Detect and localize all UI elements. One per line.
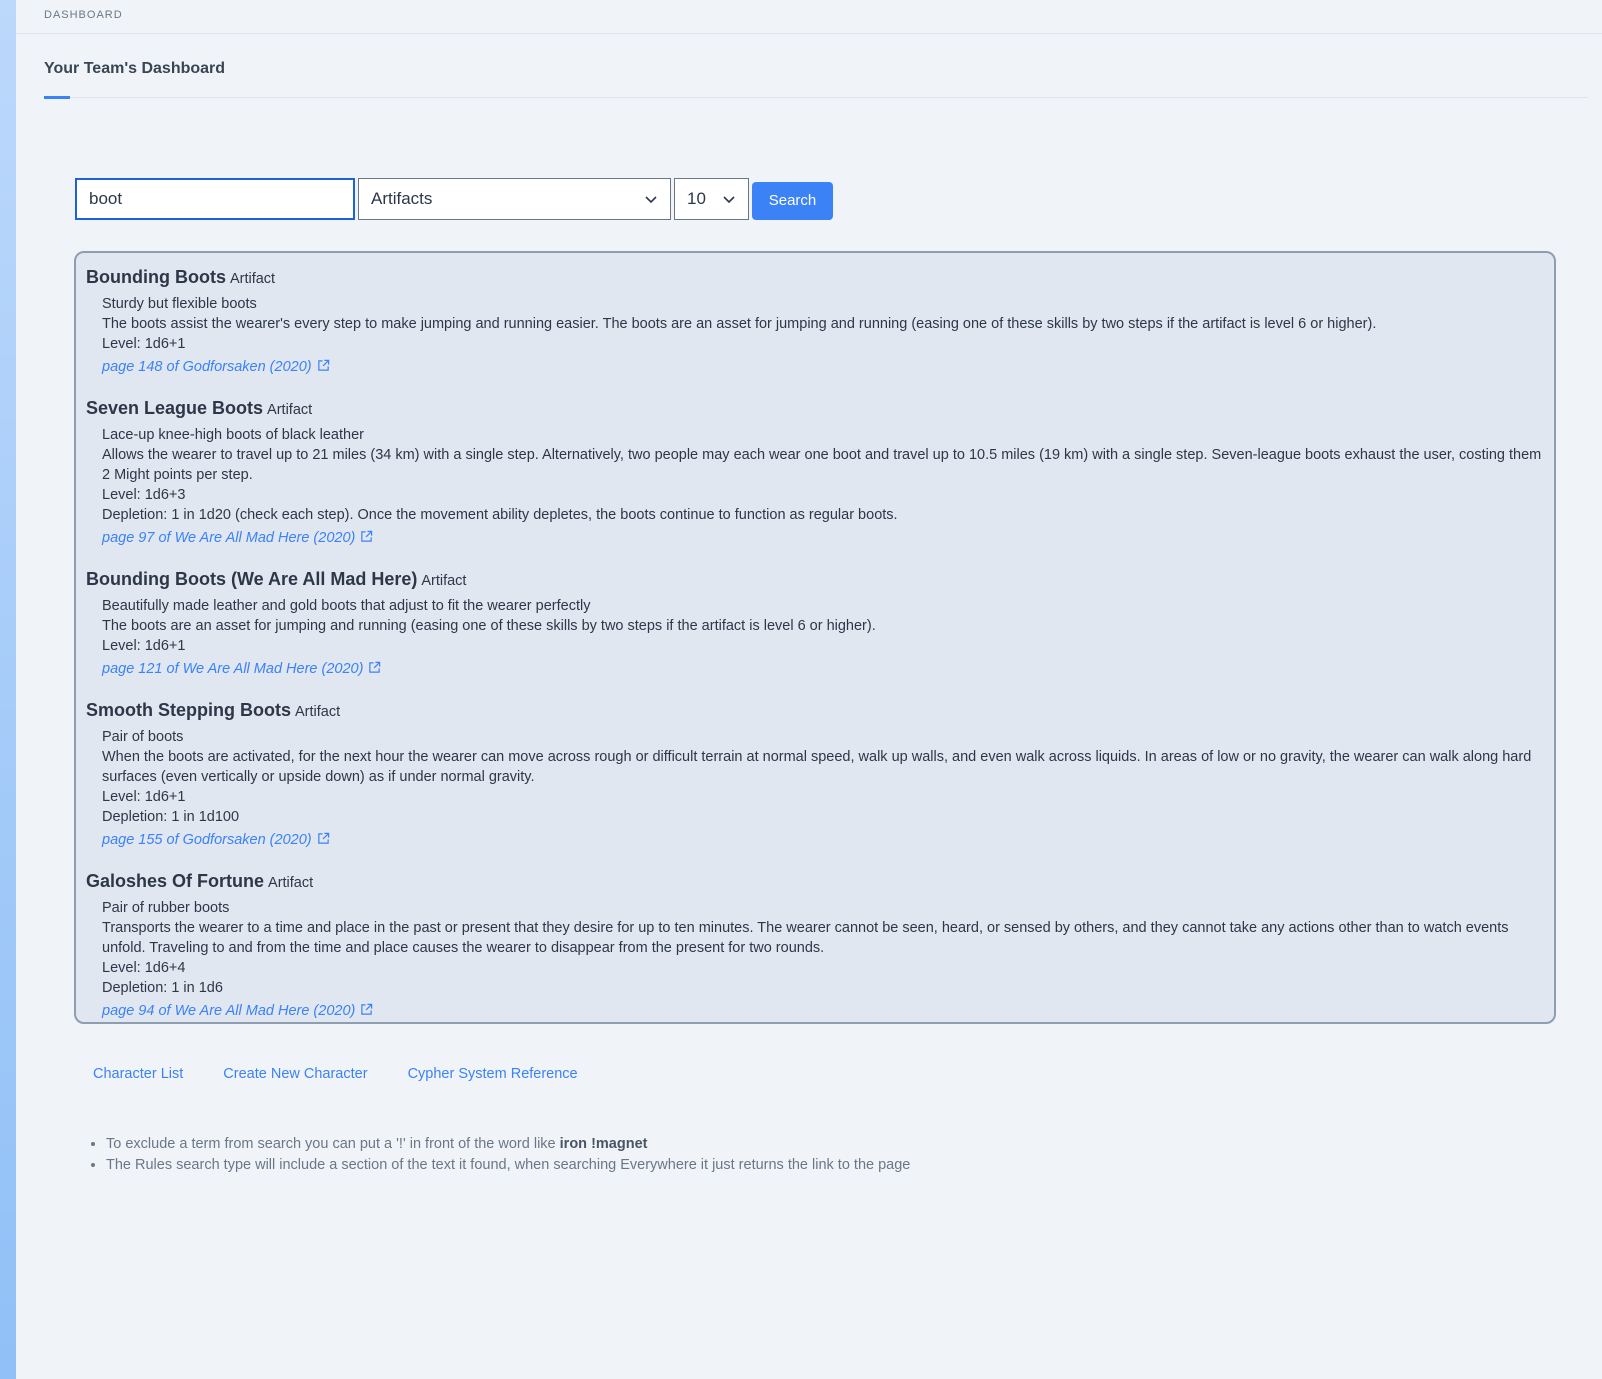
category-select[interactable]: Artifacts <box>358 178 671 220</box>
result-title-line: Galoshes Of Fortune Artifact <box>86 869 1544 895</box>
result-detail: The boots are an asset for jumping and r… <box>102 618 876 634</box>
results-panel: Bounding Boots Artifact Sturdy but flexibl… <box>74 251 1556 1024</box>
limit-select[interactable]: 10 <box>674 178 749 220</box>
result-detail: When the boots are activated, for the ne… <box>102 749 1532 785</box>
cypher-reference-link[interactable]: Cypher System Reference <box>408 1066 578 1082</box>
source-link-label: page 97 of We Are All Mad Here (2020) <box>102 530 356 546</box>
external-link-icon <box>361 1003 373 1015</box>
top-bar: DASHBOARD <box>16 0 1602 34</box>
source-link-label: page 94 of We Are All Mad Here (2020) <box>102 1003 356 1019</box>
result-detail: Pair of boots <box>102 729 184 745</box>
result-name: Galoshes Of Fortune <box>86 871 265 891</box>
character-list-link[interactable]: Character List <box>93 1066 183 1082</box>
source-link[interactable]: page 97 of We Are All Mad Here (2020) <box>102 527 373 549</box>
result-detail: Beautifully made leather and gold boots … <box>102 598 591 614</box>
left-rail <box>0 0 16 1379</box>
external-link-icon <box>361 530 373 542</box>
footer-links: Character List Create New Character Cyph… <box>93 1066 614 1082</box>
result-item: Bounding Boots Artifact Sturdy but flexibl… <box>86 265 1544 378</box>
external-link-icon <box>369 661 381 673</box>
result-name: Seven League Boots <box>86 398 264 418</box>
limit-select-value: 10 <box>687 189 706 208</box>
external-link-icon <box>317 359 329 371</box>
title-underline <box>44 96 70 99</box>
chevron-down-icon <box>645 196 657 204</box>
result-item: Bounding Boots (We Are All Mad Here) Arti… <box>86 567 1544 680</box>
result-detail: Depletion: 1 in 1d20 (check each step). … <box>102 507 898 523</box>
result-item: Seven League Boots Artifact Lace-up knee-h… <box>86 396 1544 549</box>
tip-text: To exclude a term from search you can pu… <box>106 1136 560 1152</box>
result-type: Artifact <box>421 573 467 589</box>
result-item: Galoshes Of Fortune Artifact Pair of rubbe… <box>86 869 1544 1022</box>
page-title: Your Team's Dashboard <box>44 60 226 77</box>
result-title-line: Seven League Boots Artifact <box>86 396 1544 422</box>
tip-item: The Rules search type will include a sec… <box>106 1155 910 1176</box>
source-link-label: page 121 of We Are All Mad Here (2020) <box>102 661 364 677</box>
result-type: Artifact <box>268 875 314 891</box>
result-name: Smooth Stepping Boots <box>86 700 291 720</box>
source-link[interactable]: page 94 of We Are All Mad Here (2020) <box>102 1000 373 1022</box>
source-link[interactable]: page 121 of We Are All Mad Here (2020) <box>102 658 381 680</box>
search-button[interactable]: Search <box>752 182 833 220</box>
result-title-line: Smooth Stepping Boots Artifact <box>86 698 1544 724</box>
result-detail: The boots assist the wearer's every step… <box>102 316 1377 332</box>
source-link[interactable]: page 155 of Godforsaken (2020) <box>102 829 330 851</box>
breadcrumb[interactable]: DASHBOARD <box>44 9 123 21</box>
result-type: Artifact <box>294 704 341 720</box>
result-detail: Transports the wearer to a time and plac… <box>102 920 1509 956</box>
category-select-value: Artifacts <box>371 189 433 208</box>
source-link-label: page 148 of Godforsaken (2020) <box>102 359 312 375</box>
result-detail: Level: 1d6+1 <box>102 336 186 352</box>
result-detail: Depletion: 1 in 1d6 <box>102 980 223 996</box>
page-header: Your Team's Dashboard <box>44 34 1588 99</box>
tip-example: iron !magnet <box>559 1136 648 1152</box>
result-detail: Allows the wearer to travel up to 21 mil… <box>102 447 1542 483</box>
result-type: Artifact <box>229 271 276 287</box>
result-title-line: Bounding Boots Artifact <box>86 265 1544 291</box>
result-item: Smooth Stepping Boots Artifact Pair of boo… <box>86 698 1544 851</box>
result-detail: Level: 1d6+1 <box>102 638 186 654</box>
external-link-icon <box>317 832 329 844</box>
result-detail: Sturdy but flexible boots <box>102 296 257 312</box>
result-detail: Pair of rubber boots <box>102 900 230 916</box>
source-link[interactable]: page 148 of Godforsaken (2020) <box>102 356 330 378</box>
result-name: Bounding Boots (We Are All Mad Here) <box>86 569 418 589</box>
result-detail: Level: 1d6+1 <box>102 789 186 805</box>
search-input[interactable]: boot <box>75 178 355 220</box>
source-link-label: page 155 of Godforsaken (2020) <box>102 832 312 848</box>
result-title-line: Bounding Boots (We Are All Mad Here) Arti… <box>86 567 1544 593</box>
search-tips: To exclude a term from search you can pu… <box>84 1134 910 1176</box>
result-detail: Depletion: 1 in 1d100 <box>102 809 240 825</box>
chevron-down-icon <box>723 196 735 204</box>
result-detail: Level: 1d6+4 <box>102 960 186 976</box>
result-name: Bounding Boots <box>86 267 226 287</box>
result-detail: Level: 1d6+3 <box>102 487 186 503</box>
result-detail: Lace-up knee-high boots of black leather <box>102 427 364 443</box>
tip-item: To exclude a term from search you can pu… <box>106 1134 910 1155</box>
result-type: Artifact <box>267 402 313 418</box>
create-character-link[interactable]: Create New Character <box>223 1066 367 1082</box>
